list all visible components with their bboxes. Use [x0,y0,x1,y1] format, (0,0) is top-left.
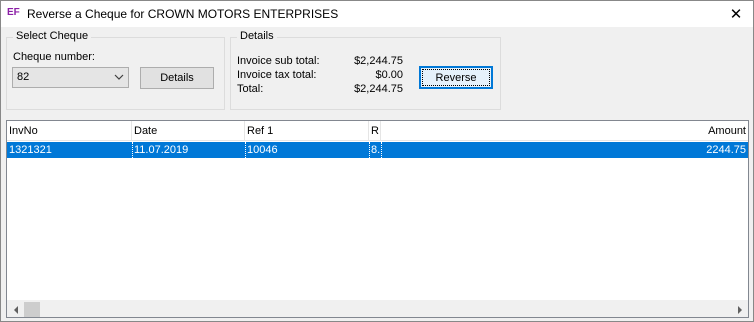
column-header-invno[interactable]: InvNo [7,121,132,141]
chevron-down-icon [114,74,124,80]
column-header-amount[interactable]: Amount [381,121,748,141]
cell-invno: 1321321 [9,144,52,156]
column-header-date[interactable]: Date [132,121,245,141]
close-button[interactable]: ✕ [719,1,753,27]
reverse-cheque-dialog: EF Reverse a Cheque for CROWN MOTORS ENT… [0,0,754,322]
cell-amount: 2244.75 [706,144,746,156]
app-icon: EF [7,7,20,18]
cell-date: 11.07.2019 [134,144,189,156]
tax-total-label: Invoice tax total: [237,69,317,81]
scroll-right-button[interactable] [731,301,748,317]
horizontal-scrollbar[interactable] [7,300,748,317]
cheque-number-dropdown[interactable]: 82 [12,67,129,88]
chevron-right-icon [737,305,742,314]
invoice-list[interactable]: InvNo Date Ref 1 R Amount 1321321 11.07.… [6,120,749,318]
window-title: Reverse a Cheque for CROWN MOTORS ENTERP… [27,7,339,21]
cell-ref1: 10046 [247,144,278,156]
focus-rectangle [422,69,490,86]
table-row[interactable]: 1321321 11.07.2019 10046 8. 2244.75 [7,142,748,158]
tax-total-value: $0.00 [375,69,403,81]
sub-total-label: Invoice sub total: [237,55,320,67]
select-cheque-group: Select Cheque Cheque number: 82 Details [6,30,225,110]
cell-r: 8. [371,144,381,156]
list-header: InvNo Date Ref 1 R Amount [7,121,748,141]
scroll-left-button[interactable] [7,301,24,317]
select-cheque-group-title: Select Cheque [13,30,92,42]
close-icon: ✕ [729,6,743,23]
chevron-left-icon [13,305,18,314]
details-group: Details Invoice sub total: $2,244.75 Inv… [230,30,501,110]
reverse-button[interactable]: Reverse [419,66,493,89]
cheque-number-value: 82 [17,71,30,83]
column-header-ref1[interactable]: Ref 1 [245,121,369,141]
scroll-thumb[interactable] [24,302,40,317]
title-bar: EF Reverse a Cheque for CROWN MOTORS ENT… [1,1,753,27]
cheque-number-label: Cheque number: [13,51,95,63]
details-group-title: Details [237,30,277,42]
total-label: Total: [237,83,264,95]
total-value: $2,244.75 [354,83,403,95]
column-header-r[interactable]: R [369,121,381,141]
sub-total-value: $2,244.75 [354,55,403,67]
details-button[interactable]: Details [140,67,214,89]
